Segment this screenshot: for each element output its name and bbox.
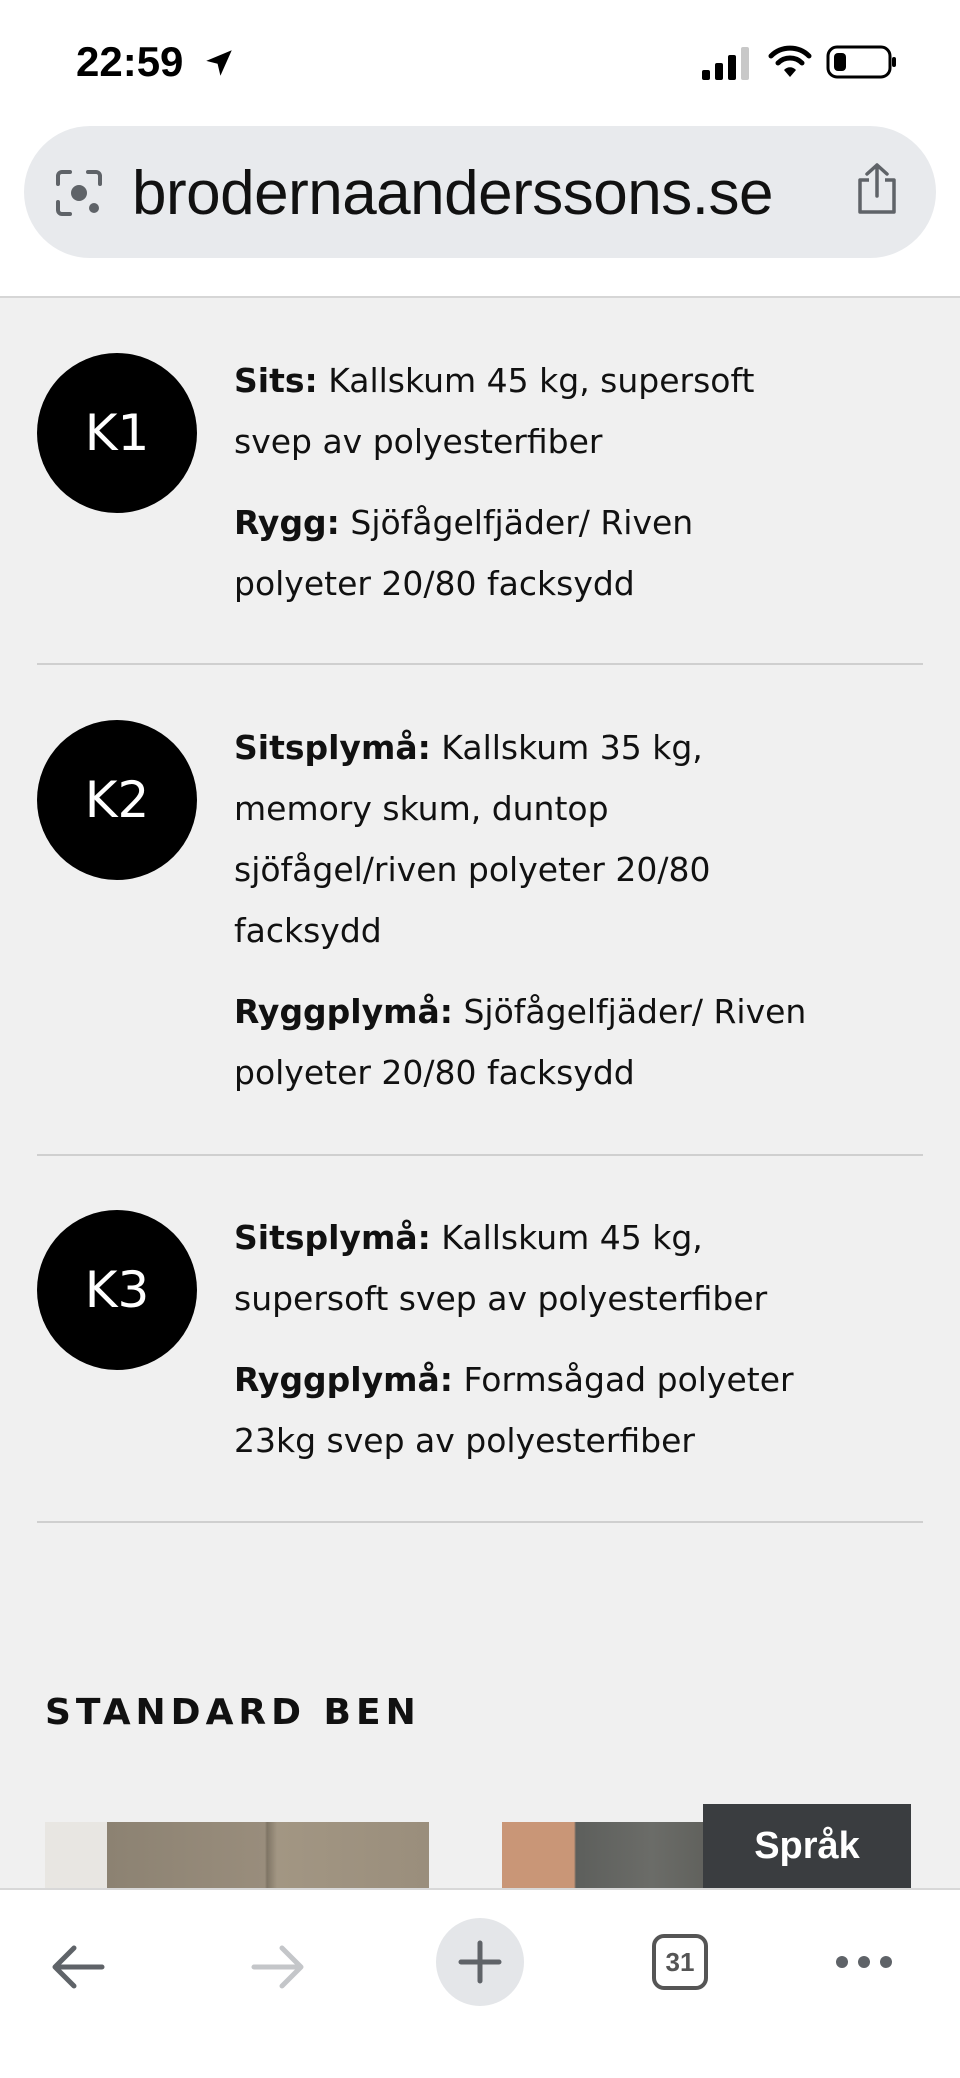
cellular-signal-icon — [702, 47, 749, 80]
wifi-icon — [768, 45, 812, 77]
leg-photo[interactable] — [45, 1822, 429, 1888]
page-content: K1 Sits: Kallskum 45 kg, supersoft svep … — [0, 298, 960, 1888]
more-dots-icon[interactable] — [834, 1954, 894, 1970]
plus-icon — [458, 1940, 502, 1984]
item-divider — [37, 1154, 923, 1156]
share-icon[interactable] — [854, 162, 900, 216]
url-text[interactable]: brodernaanderssons.se — [132, 158, 773, 229]
comfort-code-badge: K3 — [37, 1210, 197, 1370]
language-button[interactable]: Språk — [703, 1804, 911, 1888]
bottom-toolbar: 31 — [0, 1888, 960, 2078]
back-arrow-icon[interactable] — [50, 1942, 106, 1992]
back-spec: Ryggplymå: Formsågad polyeter 23kg svep … — [234, 1349, 834, 1471]
section-heading: STANDARD BEN — [45, 1692, 421, 1733]
comfort-description: Sitsplymå: Kallskum 35 kg, memory skum, … — [234, 717, 834, 1123]
spec-label: Sits: — [234, 361, 318, 400]
battery-icon — [826, 45, 896, 79]
seat-spec: Sitsplymå: Kallskum 35 kg, memory skum, … — [234, 717, 834, 961]
tabs-button[interactable]: 31 — [652, 1934, 708, 1990]
spec-label: Rygg: — [234, 503, 340, 542]
seat-spec: Sitsplymå: Kallskum 45 kg, supersoft sve… — [234, 1207, 834, 1329]
item-divider — [37, 663, 923, 665]
forward-arrow-icon[interactable] — [250, 1942, 306, 1992]
new-tab-button[interactable] — [436, 1918, 524, 2006]
status-bar: 22:59 — [0, 0, 960, 120]
lens-icon[interactable] — [54, 168, 104, 218]
comfort-description: Sitsplymå: Kallskum 45 kg, supersoft sve… — [234, 1207, 834, 1491]
spec-label: Ryggplymå: — [234, 992, 453, 1031]
comfort-description: Sits: Kallskum 45 kg, supersoft svep av … — [234, 350, 834, 634]
comfort-code-badge: K1 — [37, 353, 197, 513]
address-bar[interactable]: brodernaanderssons.se — [24, 126, 936, 258]
back-spec: Ryggplymå: Sjöfågelfjäder/ Riven polyete… — [234, 981, 834, 1103]
spec-label: Sitsplymå: — [234, 1218, 431, 1257]
item-divider — [37, 1521, 923, 1523]
seat-spec: Sits: Kallskum 45 kg, supersoft svep av … — [234, 350, 834, 472]
back-spec: Rygg: Sjöfågelfjäder/ Riven polyeter 20/… — [234, 492, 834, 614]
spec-label: Sitsplymå: — [234, 728, 431, 767]
status-time: 22:59 — [76, 38, 184, 85]
spec-label: Ryggplymå: — [234, 1360, 453, 1399]
tab-count: 31 — [665, 1946, 695, 1977]
location-arrow-icon — [206, 50, 232, 76]
comfort-code-badge: K2 — [37, 720, 197, 880]
